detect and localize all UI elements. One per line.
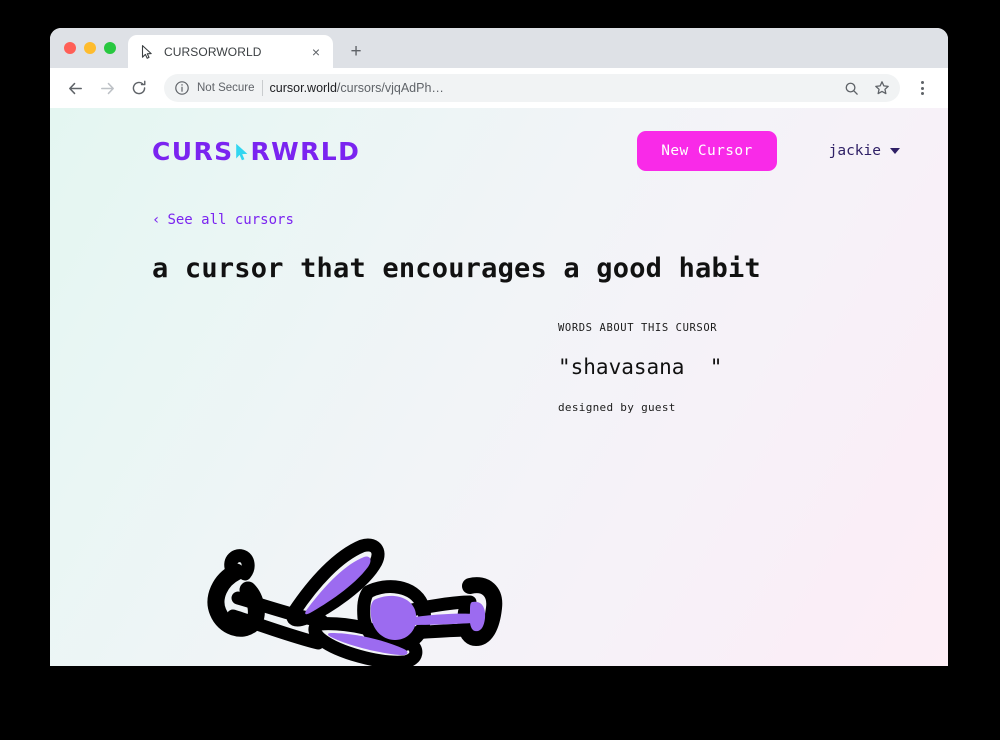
page-title: a cursor that encourages a good habit: [152, 253, 761, 284]
logo-text-after: RLD: [300, 136, 361, 166]
see-all-cursors-link[interactable]: ‹ See all cursors: [152, 212, 294, 228]
close-icon[interactable]: ×: [307, 43, 325, 61]
address-bar[interactable]: Not Secure cursor.world/cursors/vjqAdPh…: [164, 74, 900, 102]
logo-text-middle: RW: [250, 136, 301, 166]
arrow-right-icon[interactable]: [92, 73, 122, 103]
about-section-label: WORDS ABOUT THIS CURSOR: [558, 322, 718, 334]
tab-title: CURSORWORLD: [164, 44, 262, 59]
user-menu[interactable]: jackie: [829, 143, 900, 159]
site-header: CURS RW RLD New Cursor jackie: [50, 108, 948, 194]
kebab-menu-icon[interactable]: [908, 74, 936, 102]
cursor-designer-credit: designed by guest: [558, 401, 676, 414]
new-tab-button[interactable]: +: [342, 37, 370, 65]
url-path: /cursors/vjqAdPh…: [336, 81, 444, 95]
close-window-button[interactable]: [64, 42, 76, 54]
browser-tab[interactable]: CURSORWORLD ×: [128, 35, 333, 68]
search-zoom-icon[interactable]: [839, 76, 863, 100]
header-actions: New Cursor jackie: [637, 131, 900, 171]
cursor-quote: "shavasana ": [558, 355, 723, 379]
shavasana-figure-drawing: [198, 520, 508, 666]
kebab-dot: [920, 86, 924, 90]
browser-window: CURSORWORLD × + Not Secure cursor.world/…: [50, 28, 948, 666]
maximize-window-button[interactable]: [104, 42, 116, 54]
logo-text-before: CURS: [152, 136, 234, 166]
minimize-window-button[interactable]: [84, 42, 96, 54]
omnibox-divider: [261, 80, 263, 96]
new-cursor-button[interactable]: New Cursor: [637, 131, 777, 171]
kebab-dot: [920, 81, 924, 84]
back-link-label: See all cursors: [167, 212, 294, 228]
chevron-down-icon: [890, 148, 900, 154]
user-name-label: jackie: [828, 143, 881, 159]
browser-toolbar: Not Secure cursor.world/cursors/vjqAdPh…: [50, 68, 948, 108]
cursor-arrow-icon: [139, 44, 155, 60]
page-viewport: CURS RW RLD New Cursor jackie ‹ See all cu…: [50, 108, 948, 666]
reload-icon[interactable]: [124, 73, 154, 103]
window-traffic-lights: [50, 42, 116, 68]
url-text: cursor.world/cursors/vjqAdPh…: [270, 81, 832, 95]
chevron-left-icon: ‹: [152, 212, 161, 228]
about-cursor-section: WORDS ABOUT THIS CURSOR "shavasana " des…: [558, 322, 938, 414]
star-icon[interactable]: [870, 76, 894, 100]
info-circle-icon: [174, 80, 190, 96]
arrow-left-icon[interactable]: [60, 73, 90, 103]
kebab-dot: [920, 92, 924, 95]
url-host: cursor.world: [269, 81, 337, 95]
tab-strip: CURSORWORLD × +: [50, 28, 948, 68]
screen: CURSORWORLD × + Not Secure cursor.world/…: [0, 0, 1000, 740]
cursor-arrow-icon: [234, 139, 251, 164]
security-status-label: Not Secure: [197, 82, 255, 94]
site-logo[interactable]: CURS RW RLD: [152, 137, 360, 166]
